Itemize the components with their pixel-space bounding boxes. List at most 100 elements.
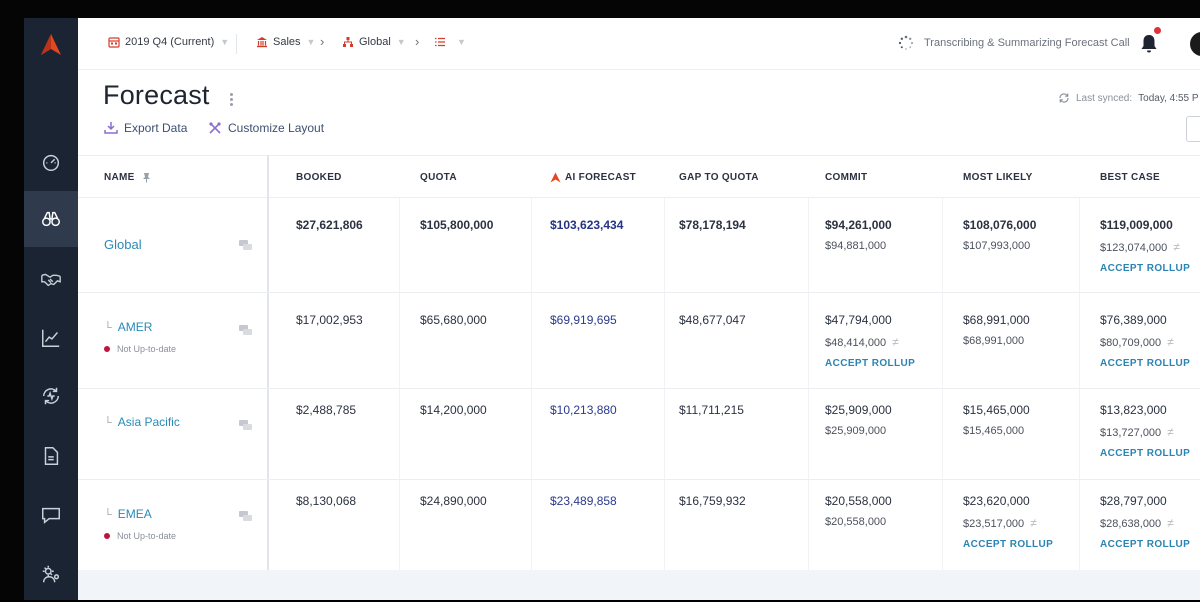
most-likely-value[interactable]: $15,465,000 [963,403,1030,417]
ai-forecast-value[interactable]: $103,623,434 [550,218,623,232]
nav-deals[interactable] [24,251,78,307]
best-case-rollup-value: $123,074,000 ≠ [1100,240,1180,254]
chevron-down-icon: ▼ [457,37,466,47]
row-name-link[interactable]: └ Asia Pacific [104,415,180,429]
nav-forecast[interactable] [24,191,78,247]
quota-value: $24,890,000 [420,494,487,508]
status-badge: Not Up-to-date [104,344,176,354]
status-dot-icon [104,533,110,539]
quota-value: $14,200,000 [420,403,487,417]
commit-rollup-value: $25,909,000 [825,425,887,437]
booked-value: $2,488,785 [296,403,357,417]
column-header-quota[interactable]: QUOTA [420,172,457,183]
download-icon [104,122,118,134]
table-row: └ Asia Pacific $2,488,785 $14,200,000 $10… [78,389,1200,480]
top-bezel [0,0,1200,18]
binoculars-icon [42,211,60,227]
accept-rollup-button[interactable]: ACCEPT ROLLUP [1100,358,1190,369]
not-equal-icon: ≠ [1030,516,1037,530]
chevron-down-icon: ▼ [396,37,406,47]
comment-icon[interactable] [239,325,252,336]
hierarchy-icon [343,37,353,47]
refresh-icon[interactable] [1058,92,1070,104]
team-selector[interactable]: Sales ▼ [256,36,315,48]
calendar-icon [108,37,120,48]
bell-icon[interactable] [1138,32,1160,54]
table-row: └ EMEA Not Up-to-date $8,130,068 $24,890,… [78,480,1200,570]
commit-value[interactable]: $94,261,000 [825,218,892,232]
comment-icon[interactable] [239,240,252,251]
bank-icon [257,37,267,48]
dashboard-icon [42,154,60,171]
table-footer [78,570,1200,600]
column-header-label: NAME [104,172,135,183]
best-case-value[interactable]: $119,009,000 [1100,218,1173,232]
not-equal-icon: ≠ [1167,425,1174,439]
export-data-button[interactable]: Export Data [104,121,187,135]
ai-forecast-value[interactable]: $10,213,880 [550,403,617,417]
row-name-link[interactable]: Global [104,237,142,252]
ai-forecast-value[interactable]: $23,489,858 [550,494,617,508]
column-header-ai-forecast[interactable]: AI FORECAST [550,172,636,183]
accept-rollup-button[interactable]: ACCEPT ROLLUP [1100,448,1190,459]
commit-value[interactable]: $20,558,000 [825,494,892,508]
view-selector[interactable]: ▼ [434,36,466,48]
left-bezel [0,18,24,600]
ai-forecast-value[interactable]: $69,919,695 [550,313,617,327]
column-header-commit[interactable]: COMMIT [825,172,867,183]
status-badge: Not Up-to-date [104,531,176,541]
nav-dashboard[interactable] [24,134,78,190]
column-header-name[interactable]: NAME [104,172,152,183]
column-header-best-case[interactable]: BEST CASE [1100,172,1160,183]
accept-rollup-button[interactable]: ACCEPT ROLLUP [825,358,915,369]
row-name-link[interactable]: └ AMER [104,320,152,334]
best-case-value[interactable]: $28,797,000 [1100,494,1167,508]
avatar[interactable] [1190,32,1200,56]
table-row: └ AMER Not Up-to-date $17,002,953 $65,680… [78,293,1200,389]
commit-value[interactable]: $47,794,000 [825,313,892,327]
column-header-most-likely[interactable]: MOST LIKELY [963,172,1033,183]
accept-rollup-button[interactable]: ACCEPT ROLLUP [1100,539,1190,550]
most-likely-rollup-value: $15,465,000 [963,425,1025,437]
column-header-label: AI FORECAST [565,172,637,183]
gap-value: $11,711,215 [679,403,744,417]
most-likely-value[interactable]: $23,620,000 [963,494,1030,508]
customize-layout-button[interactable]: Customize Layout [208,121,324,135]
notification-badge [1154,27,1161,34]
row-name-link[interactable]: └ EMEA [104,507,152,521]
best-case-value[interactable]: $76,389,000 [1100,313,1167,327]
chevron-down-icon: ▼ [220,37,230,47]
most-likely-value[interactable]: $108,076,000 [963,218,1036,232]
pin-icon[interactable] [141,172,152,183]
nav-analytics[interactable] [24,310,78,366]
child-indent-icon: └ [104,417,112,429]
column-header-gap-to-quota[interactable]: GAP TO QUOTA [679,172,759,183]
accept-rollup-button[interactable]: ACCEPT ROLLUP [1100,263,1190,274]
column-header-booked[interactable]: BOOKED [296,172,342,183]
panel-toggle-button[interactable] [1186,116,1200,142]
most-likely-value[interactable]: $68,991,000 [963,313,1030,327]
best-case-rollup-value: $28,638,000 ≠ [1100,516,1174,530]
commit-value[interactable]: $25,909,000 [825,403,892,417]
most-likely-rollup-value: $107,993,000 [963,240,1031,252]
breadcrumb-separator-icon: › [415,34,420,49]
comment-icon[interactable] [239,420,252,431]
ai-logo-icon [550,172,561,183]
app-logo-icon[interactable] [38,32,64,58]
app-window: 2019 Q4 (Current) ▼ Sales ▼ › Global ▼ ›… [0,0,1200,600]
customize-layout-label: Customize Layout [228,121,325,135]
comment-icon[interactable] [239,511,252,522]
nav-activity[interactable] [24,368,78,424]
period-selector[interactable]: 2019 Q4 (Current) ▼ [108,36,229,48]
best-case-value[interactable]: $13,823,000 [1100,403,1167,417]
quota-value: $105,800,000 [420,218,494,232]
nav-documents[interactable] [24,428,78,484]
settings-icon [42,565,60,583]
nav-settings[interactable] [24,546,78,602]
status-dot-icon [104,346,110,352]
more-vertical-icon[interactable] [230,93,234,107]
accept-rollup-button[interactable]: ACCEPT ROLLUP [963,539,1053,550]
region-selector[interactable]: Global ▼ [342,36,406,48]
list-icon [435,37,445,47]
nav-messages[interactable] [24,487,78,543]
